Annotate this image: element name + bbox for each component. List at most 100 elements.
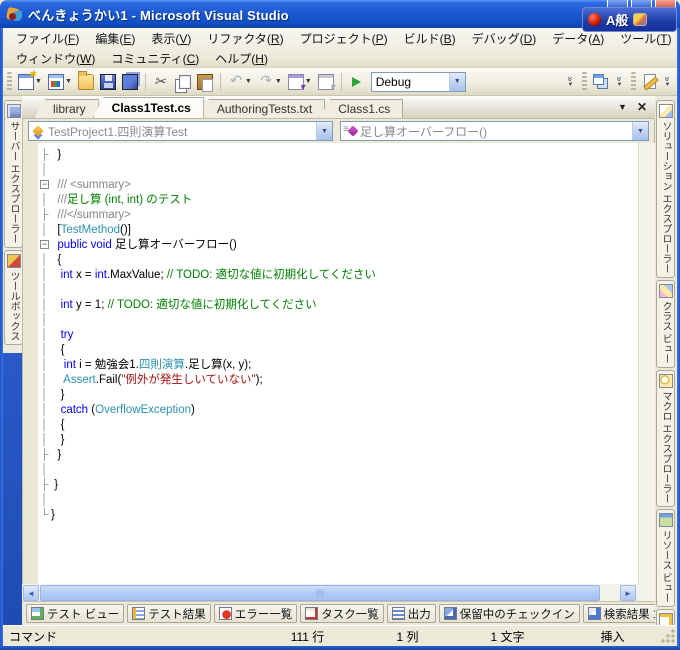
code-line: │ xyxy=(38,492,638,507)
menu-item-row1-4[interactable]: リファクタ(R) xyxy=(199,28,291,49)
paste-button[interactable] xyxy=(195,71,215,93)
ime-input-style-icon[interactable] xyxy=(588,13,601,26)
code-editor[interactable]: ├ }│− /// <summary>│ ///足し算 (int, int) の… xyxy=(22,143,655,584)
toolbar-grip[interactable] xyxy=(7,72,12,92)
new-project-button[interactable]: ▼ xyxy=(16,71,44,93)
fold-marker: ├ xyxy=(38,478,51,493)
navigate-forward-icon xyxy=(318,74,334,90)
code-token: // TODO: 適切な値に初期化してください xyxy=(167,269,376,281)
menu-item-row1-2[interactable]: 編集(E) xyxy=(87,28,143,49)
title-bar[interactable]: べんきょうかい1 - Microsoft Visual Studio xyxy=(0,0,680,28)
fold-marker: │ xyxy=(38,193,51,208)
properties-icon xyxy=(659,613,673,625)
fold-marker: │ xyxy=(38,298,51,313)
test-view-button[interactable]: テスト ビュー xyxy=(26,604,124,623)
code-token: 足し算 (int, int) のテスト xyxy=(67,194,192,206)
toolbox-icon xyxy=(7,254,21,268)
undo-button[interactable]: ▼ xyxy=(226,71,254,93)
side-tab-label: クラス ビュー xyxy=(658,301,673,364)
code-text-area[interactable]: ├ }│− /// <summary>│ ///足し算 (int, int) の… xyxy=(38,143,638,584)
ime-mode-indicator[interactable]: A般 xyxy=(606,10,628,29)
menu-item-row2-2[interactable]: コミュニティ(C) xyxy=(103,48,207,69)
combo-dropdown-button[interactable]: ▼ xyxy=(316,122,332,140)
properties-window-button[interactable] xyxy=(640,71,658,93)
types-dropdown[interactable]: TestProject1.四則演算Test ▼ xyxy=(28,121,333,141)
menu-item-row2-1[interactable]: ウィンドウ(W) xyxy=(8,48,103,69)
status-column-number: 1 列 xyxy=(365,628,450,645)
save-button[interactable] xyxy=(98,71,118,93)
code-token: { xyxy=(51,419,64,431)
toolbar-overflow-button[interactable]: »▼ xyxy=(613,76,626,88)
indicator-margin[interactable] xyxy=(23,143,38,584)
side-tab-right-4[interactable]: リソース ビュー xyxy=(656,509,675,607)
members-dropdown[interactable]: 足し算オーバーフロー() ▼ xyxy=(340,121,649,141)
side-tab-right-5[interactable]: プロパティ xyxy=(656,609,675,625)
combo-dropdown-button[interactable]: ▼ xyxy=(632,122,648,140)
error-list-button[interactable]: エラー一覧 xyxy=(214,604,298,623)
fold-marker: │ xyxy=(38,223,51,238)
menu-item-row1-5[interactable]: プロジェクト(P) xyxy=(292,28,396,49)
navigate-backward-button[interactable]: ▼ xyxy=(286,71,314,93)
document-tab-4[interactable]: Class1.cs xyxy=(319,99,403,118)
menu-item-row1-1[interactable]: ファイル(F) xyxy=(8,28,87,49)
add-new-item-button[interactable]: ▼ xyxy=(46,71,74,93)
code-token: } xyxy=(51,434,64,446)
panel-button-label: 保留中のチェックイン xyxy=(460,606,575,622)
menu-item-row1-6[interactable]: ビルド(B) xyxy=(396,28,464,49)
fold-marker: │ xyxy=(38,373,51,388)
document-tab-3[interactable]: AuthoringTests.txt xyxy=(198,99,325,118)
output-button[interactable]: 出力 xyxy=(387,604,436,623)
fold-collapse-icon[interactable]: − xyxy=(40,180,49,189)
toolbar-overflow-button[interactable]: »▼ xyxy=(564,76,577,88)
test-results-button[interactable]: テスト結果 xyxy=(127,604,211,623)
toolbar-grip[interactable] xyxy=(582,72,587,92)
fold-marker: │ xyxy=(38,418,51,433)
solution-explorer-toolbar-button[interactable] xyxy=(591,71,610,93)
code-line: │ int x = int.MaxValue; // TODO: 適切な値に初期… xyxy=(38,267,638,282)
status-bar: コマンド 111 行 1 列 1 文字 挿入 xyxy=(3,625,677,646)
horizontal-scroll-thumb[interactable] xyxy=(40,585,600,601)
panel-button-label: 検索結果 1 xyxy=(604,606,655,622)
fold-marker[interactable]: − xyxy=(38,238,51,253)
document-tab-2[interactable]: Class1Test.cs xyxy=(93,97,204,118)
scroll-left-arrow[interactable]: ◄ xyxy=(23,585,39,601)
redo-button[interactable]: ▼ xyxy=(256,71,284,93)
side-tab-left-2[interactable]: ツールボックス xyxy=(4,250,23,345)
code-line: │ int y = 1; // TODO: 適切な値に初期化してください xyxy=(38,297,638,312)
output-icon xyxy=(392,607,405,620)
side-tab-right-2[interactable]: クラス ビュー xyxy=(656,280,675,368)
menu-item-row1-3[interactable]: 表示(V) xyxy=(143,28,199,49)
navigate-forward-button[interactable] xyxy=(316,71,336,93)
fold-marker: │ xyxy=(38,283,51,298)
document-tab-1[interactable]: library xyxy=(34,99,99,118)
save-all-button[interactable] xyxy=(120,71,140,93)
side-tab-right-3[interactable]: マクロ エクスプローラー xyxy=(656,370,675,508)
copy-button[interactable] xyxy=(173,71,193,93)
fold-marker[interactable]: − xyxy=(38,178,51,193)
scroll-right-arrow[interactable]: ► xyxy=(620,585,636,601)
toolbar-overflow-button[interactable]: »▼ xyxy=(661,76,674,88)
cut-button[interactable] xyxy=(151,71,171,93)
close-document-icon[interactable]: ✕ xyxy=(637,100,647,114)
open-file-button[interactable] xyxy=(76,71,96,93)
resize-grip[interactable] xyxy=(660,628,676,644)
side-tab-left-1[interactable]: サーバー エクスプローラー xyxy=(4,100,23,248)
scissors-icon xyxy=(153,74,169,90)
find-results-button[interactable]: 検索結果 1 xyxy=(583,604,655,623)
menu-item-row2-3[interactable]: ヘルプ(H) xyxy=(207,48,276,69)
fold-marker: │ xyxy=(38,463,51,478)
pending-checkins-button[interactable]: 保留中のチェックイン xyxy=(439,604,580,623)
side-tab-right-1[interactable]: ソリューション エクスプローラー xyxy=(656,100,675,278)
start-debugging-button[interactable] xyxy=(347,71,366,93)
vertical-scrollbar[interactable] xyxy=(638,143,655,584)
fold-collapse-icon[interactable]: − xyxy=(40,240,49,249)
toolbar-separator xyxy=(341,73,342,91)
dropdown-arrow-icon: ▼ xyxy=(305,78,312,85)
solution-configurations-combo[interactable]: Debug ▼ xyxy=(371,72,466,92)
toolbar-grip[interactable] xyxy=(631,72,636,92)
combo-dropdown-button[interactable]: ▼ xyxy=(449,73,465,91)
document-list-dropdown-icon[interactable]: ▼ xyxy=(618,102,627,112)
menu-item-row1-7[interactable]: デバッグ(D) xyxy=(464,28,545,49)
ime-options-icon[interactable] xyxy=(633,13,647,26)
task-list-button[interactable]: タスク一覧 xyxy=(300,604,384,623)
